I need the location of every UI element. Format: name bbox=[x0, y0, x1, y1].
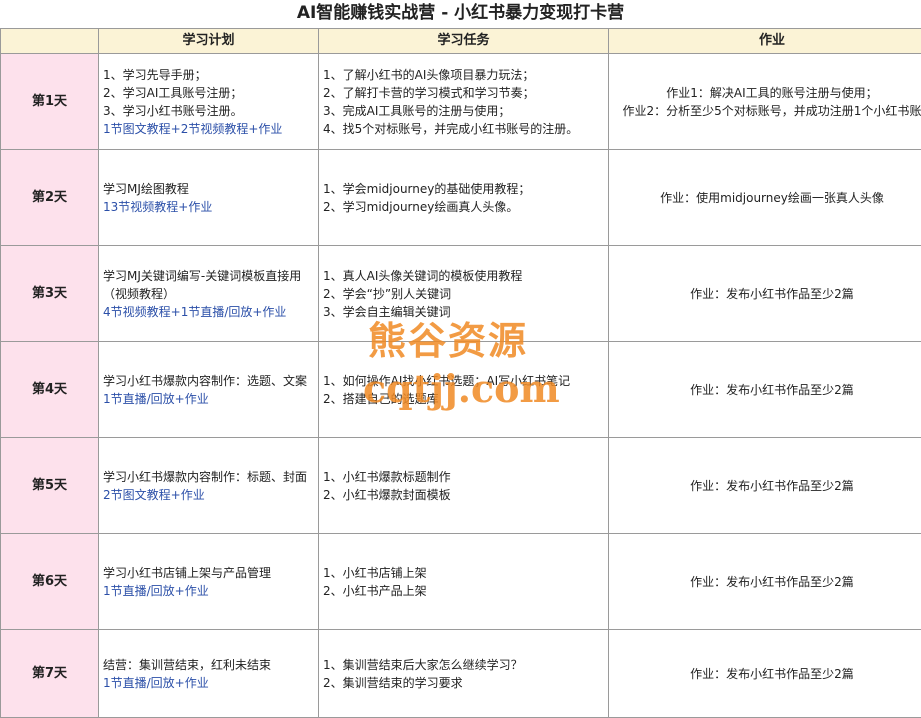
task-cell: 1、学会midjourney的基础使用教程；2、学习midjourney绘画真人… bbox=[319, 150, 609, 246]
day-label: 第1天 bbox=[1, 54, 99, 150]
homework-line: 作业1：解决AI工具的账号注册与使用； bbox=[611, 84, 921, 102]
plan-cell: 结营：集训营结束，红利未结束1节直播/回放+作业 bbox=[99, 630, 319, 718]
homework-cell: 作业：发布小红书作品至少2篇 bbox=[609, 246, 921, 342]
plan-cell: 学习MJ绘图教程13节视频教程+作业 bbox=[99, 150, 319, 246]
task-cell: 1、了解小红书的AI头像项目暴力玩法；2、了解打卡营的学习模式和学习节奏；3、完… bbox=[319, 54, 609, 150]
task-line: 4、找5个对标账号，并完成小红书账号的注册。 bbox=[323, 120, 604, 138]
table-row: 第5天学习小红书爆款内容制作：标题、封面2节图文教程+作业1、小红书爆款标题制作… bbox=[1, 438, 921, 534]
plan-line: 1、学习先导手册； bbox=[103, 66, 314, 84]
plan-line: 学习MJ绘图教程 bbox=[103, 180, 314, 198]
plan-line: 结营：集训营结束，红利未结束 bbox=[103, 656, 314, 674]
homework-line: 作业：发布小红书作品至少2篇 bbox=[611, 573, 921, 591]
day-label: 第7天 bbox=[1, 630, 99, 718]
plan-line: 学习MJ关键词编写-关键词模板直接用（视频教程） bbox=[103, 267, 314, 303]
task-cell: 1、集训营结束后大家怎么继续学习？2、集训营结束的学习要求 bbox=[319, 630, 609, 718]
plan-line: 2、学习AI工具账号注册； bbox=[103, 84, 314, 102]
header-homework: 作业 bbox=[609, 29, 921, 54]
task-line: 3、完成AI工具账号的注册与使用； bbox=[323, 102, 604, 120]
plan-cell: 学习小红书爆款内容制作：选题、文案1节直播/回放+作业 bbox=[99, 342, 319, 438]
table-row: 第1天1、学习先导手册；2、学习AI工具账号注册；3、学习小红书账号注册。1节图… bbox=[1, 54, 921, 150]
header-plan: 学习计划 bbox=[99, 29, 319, 54]
plan-course-count: 13节视频教程+作业 bbox=[103, 198, 314, 216]
plan-cell: 1、学习先导手册；2、学习AI工具账号注册；3、学习小红书账号注册。1节图文教程… bbox=[99, 54, 319, 150]
plan-course-count: 1节图文教程+2节视频教程+作业 bbox=[103, 120, 314, 138]
task-line: 1、学会midjourney的基础使用教程； bbox=[323, 180, 604, 198]
plan-line: 学习小红书爆款内容制作：标题、封面 bbox=[103, 468, 314, 486]
homework-cell: 作业：发布小红书作品至少2篇 bbox=[609, 438, 921, 534]
day-label: 第2天 bbox=[1, 150, 99, 246]
plan-course-count: 1节直播/回放+作业 bbox=[103, 674, 314, 692]
plan-line: 学习小红书爆款内容制作：选题、文案 bbox=[103, 372, 314, 390]
homework-cell: 作业1：解决AI工具的账号注册与使用；作业2：分析至少5个对标账号，并成功注册1… bbox=[609, 54, 921, 150]
homework-line: 作业：发布小红书作品至少2篇 bbox=[611, 381, 921, 399]
table-row: 第2天学习MJ绘图教程13节视频教程+作业1、学会midjourney的基础使用… bbox=[1, 150, 921, 246]
task-line: 2、学习midjourney绘画真人头像。 bbox=[323, 198, 604, 216]
table-row: 第7天结营：集训营结束，红利未结束1节直播/回放+作业1、集训营结束后大家怎么继… bbox=[1, 630, 921, 718]
task-line: 1、小红书爆款标题制作 bbox=[323, 468, 604, 486]
plan-course-count: 1节直播/回放+作业 bbox=[103, 582, 314, 600]
homework-cell: 作业：发布小红书作品至少2篇 bbox=[609, 534, 921, 630]
homework-line: 作业2：分析至少5个对标账号，并成功注册1个小红书账 bbox=[611, 102, 921, 120]
plan-course-count: 4节视频教程+1节直播/回放+作业 bbox=[103, 303, 314, 321]
header-corner-cell bbox=[1, 29, 99, 54]
homework-cell: 作业：发布小红书作品至少2篇 bbox=[609, 630, 921, 718]
task-line: 1、集训营结束后大家怎么继续学习？ bbox=[323, 656, 604, 674]
task-line: 1、小红书店铺上架 bbox=[323, 564, 604, 582]
task-cell: 1、小红书店铺上架2、小红书产品上架 bbox=[319, 534, 609, 630]
day-label: 第4天 bbox=[1, 342, 99, 438]
task-cell: 1、小红书爆款标题制作2、小红书爆款封面模板 bbox=[319, 438, 609, 534]
plan-cell: 学习小红书店铺上架与产品管理1节直播/回放+作业 bbox=[99, 534, 319, 630]
homework-line: 作业：发布小红书作品至少2篇 bbox=[611, 665, 921, 683]
plan-course-count: 2节图文教程+作业 bbox=[103, 486, 314, 504]
watermark-text: 熊谷资源 bbox=[368, 310, 528, 365]
day-label: 第5天 bbox=[1, 438, 99, 534]
task-line: 2、小红书产品上架 bbox=[323, 582, 604, 600]
day-label: 第6天 bbox=[1, 534, 99, 630]
plan-cell: 学习MJ关键词编写-关键词模板直接用（视频教程）4节视频教程+1节直播/回放+作… bbox=[99, 246, 319, 342]
task-line: 1、真人AI头像关键词的模板使用教程 bbox=[323, 267, 604, 285]
homework-line: 作业：使用midjourney绘画一张真人头像 bbox=[611, 189, 921, 207]
task-line: 1、了解小红书的AI头像项目暴力玩法； bbox=[323, 66, 604, 84]
table-row: 第6天学习小红书店铺上架与产品管理1节直播/回放+作业1、小红书店铺上架2、小红… bbox=[1, 534, 921, 630]
header-task: 学习任务 bbox=[319, 29, 609, 54]
day-label: 第3天 bbox=[1, 246, 99, 342]
task-line: 2、小红书爆款封面模板 bbox=[323, 486, 604, 504]
homework-cell: 作业：发布小红书作品至少2篇 bbox=[609, 342, 921, 438]
task-line: 2、学会“抄”别人关键词 bbox=[323, 285, 604, 303]
task-line: 2、集训营结束的学习要求 bbox=[323, 674, 604, 692]
task-line: 2、了解打卡营的学习模式和学习节奏； bbox=[323, 84, 604, 102]
homework-line: 作业：发布小红书作品至少2篇 bbox=[611, 285, 921, 303]
watermark-url: cqtjj.com bbox=[363, 366, 560, 411]
plan-line: 学习小红书店铺上架与产品管理 bbox=[103, 564, 314, 582]
page-title: AI智能赚钱实战营 - 小红书暴力变现打卡营 bbox=[0, 0, 921, 28]
table-header-row: 学习计划 学习任务 作业 bbox=[1, 29, 921, 54]
homework-cell: 作业：使用midjourney绘画一张真人头像 bbox=[609, 150, 921, 246]
plan-line: 3、学习小红书账号注册。 bbox=[103, 102, 314, 120]
plan-course-count: 1节直播/回放+作业 bbox=[103, 390, 314, 408]
plan-cell: 学习小红书爆款内容制作：标题、封面2节图文教程+作业 bbox=[99, 438, 319, 534]
homework-line: 作业：发布小红书作品至少2篇 bbox=[611, 477, 921, 495]
